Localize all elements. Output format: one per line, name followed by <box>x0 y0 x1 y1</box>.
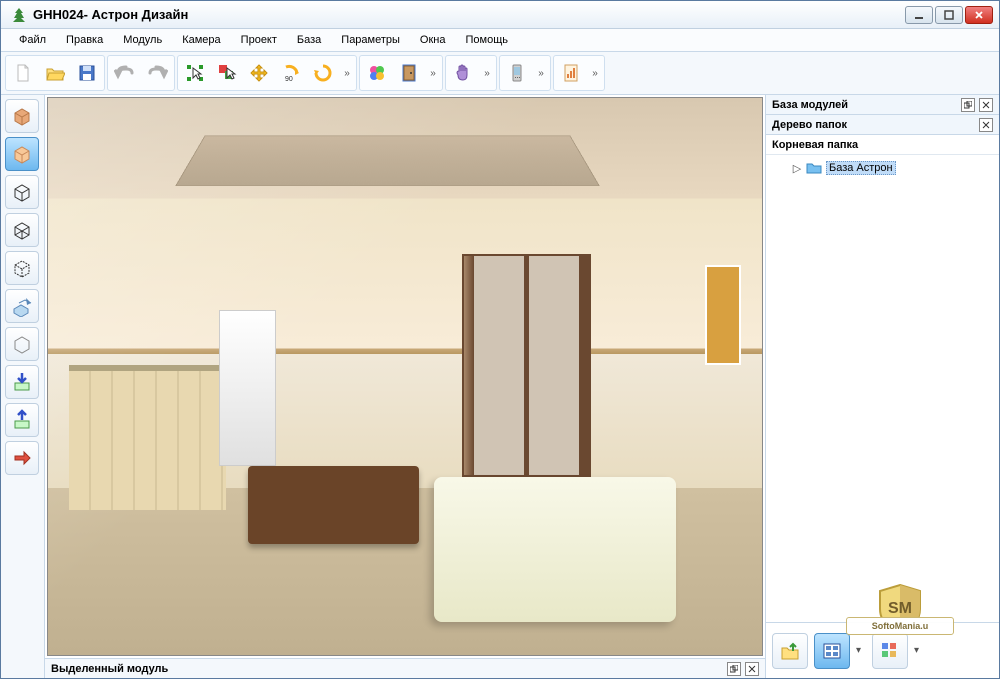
toolbar-group-select: 90 » <box>177 55 357 91</box>
tool-box-wire3[interactable] <box>5 251 39 285</box>
tree-expander-icon[interactable]: ▷ <box>792 163 802 173</box>
open-folder-button[interactable] <box>40 58 70 88</box>
menu-edit[interactable]: Правка <box>56 32 113 48</box>
window-title: GHH024- Астрон Дизайн <box>33 7 905 22</box>
pan-button[interactable] <box>448 58 478 88</box>
select-bounds-button[interactable] <box>180 58 210 88</box>
rb-expand2[interactable]: ▾ <box>914 645 924 656</box>
root-folder-header[interactable]: Корневая папка <box>766 135 999 155</box>
title-bar: GHH024- Астрон Дизайн <box>1 1 999 29</box>
report-button[interactable] <box>556 58 586 88</box>
rb-list-button[interactable] <box>814 633 850 669</box>
toolbar-group-view: » <box>445 55 497 91</box>
content-area: Выделенный модуль База модулей <box>1 95 999 678</box>
tool-box-wire2[interactable] <box>5 213 39 247</box>
save-button[interactable] <box>72 58 102 88</box>
toolbar-expand-device[interactable]: » <box>534 58 548 88</box>
module-panel-close-button[interactable] <box>979 98 993 112</box>
folder-tree: ▷ База Астрон <box>766 155 999 622</box>
toolbar-expand-assets[interactable]: » <box>426 58 440 88</box>
toolbar-group-assets: » <box>359 55 443 91</box>
select-add-button[interactable] <box>212 58 242 88</box>
rotate-button[interactable] <box>308 58 338 88</box>
menu-project[interactable]: Проект <box>231 32 287 48</box>
tool-import[interactable] <box>5 365 39 399</box>
module-base-title: База модулей <box>772 99 961 111</box>
close-button[interactable] <box>965 6 993 24</box>
tool-export[interactable] <box>5 403 39 437</box>
toolbar-group-history <box>107 55 175 91</box>
left-toolbar <box>1 95 45 678</box>
panel-detach-button[interactable] <box>727 662 741 676</box>
redo-button[interactable] <box>142 58 172 88</box>
scene-fridge <box>219 310 276 466</box>
panel-close-button[interactable] <box>745 662 759 676</box>
menu-camera[interactable]: Камера <box>172 32 230 48</box>
module-panel-detach-button[interactable] <box>961 98 975 112</box>
rotate-90-button[interactable]: 90 <box>276 58 306 88</box>
selected-module-title: Выделенный модуль <box>51 663 727 675</box>
menu-module[interactable]: Модуль <box>113 32 172 48</box>
rb-expand1[interactable]: ▾ <box>856 645 866 656</box>
tree-close-button[interactable] <box>979 118 993 132</box>
scene-table <box>248 466 419 544</box>
tool-box-solid[interactable] <box>5 99 39 133</box>
folder-tree-header: Дерево папок <box>766 115 999 135</box>
tool-box-wire1[interactable] <box>5 175 39 209</box>
module-base-panel: База модулей Дерево папок Корневая папка <box>765 95 999 678</box>
folder-tree-title: Дерево папок <box>772 119 979 131</box>
maximize-button[interactable] <box>935 6 963 24</box>
move-button[interactable] <box>244 58 274 88</box>
scene-painting <box>705 265 741 365</box>
window-controls <box>905 6 993 24</box>
rb-folder-up-button[interactable] <box>772 633 808 669</box>
right-bottom-toolbar: ▾ ▾ <box>766 622 999 678</box>
minimize-button[interactable] <box>905 6 933 24</box>
app-icon <box>11 7 27 23</box>
viewport-3d[interactable] <box>47 97 763 656</box>
menu-bar: Файл Правка Модуль Камера Проект База Па… <box>1 29 999 51</box>
scene-kitchen <box>69 365 226 510</box>
door-button[interactable] <box>394 58 424 88</box>
toolbar-group-report: » <box>553 55 605 91</box>
tool-box-shaded[interactable] <box>5 137 39 171</box>
toolbar-expand-view[interactable]: » <box>480 58 494 88</box>
scene-wardrobe <box>462 254 591 477</box>
tree-item-astron[interactable]: ▷ База Астрон <box>770 159 995 177</box>
main-toolbar: 90 » » » » » <box>1 51 999 95</box>
menu-params[interactable]: Параметры <box>331 32 410 48</box>
module-base-header: База модулей <box>766 95 999 115</box>
root-folder-label: Корневая папка <box>772 139 858 151</box>
new-file-button[interactable] <box>8 58 38 88</box>
menu-windows[interactable]: Окна <box>410 32 456 48</box>
scene-ceiling <box>175 136 599 186</box>
menu-base[interactable]: База <box>287 32 331 48</box>
tree-item-label: База Астрон <box>826 161 896 175</box>
menu-help[interactable]: Помощь <box>455 32 518 48</box>
tool-extrude[interactable] <box>5 289 39 323</box>
toolbar-expand-report[interactable]: » <box>588 58 602 88</box>
rb-grid-button[interactable] <box>872 633 908 669</box>
selected-module-panel-header: Выделенный модуль <box>45 658 765 678</box>
menu-file[interactable]: Файл <box>9 32 56 48</box>
folder-icon <box>806 161 822 175</box>
viewport-column: Выделенный модуль <box>45 95 765 678</box>
tool-forward[interactable] <box>5 441 39 475</box>
undo-button[interactable] <box>110 58 140 88</box>
materials-button[interactable] <box>362 58 392 88</box>
svg-text:90: 90 <box>285 76 293 83</box>
tool-box-empty[interactable] <box>5 327 39 361</box>
scene-sofa <box>434 477 677 622</box>
toolbar-group-device: » <box>499 55 551 91</box>
toolbar-group-file <box>5 55 105 91</box>
toolbar-expand-select[interactable]: » <box>340 58 354 88</box>
phone-button[interactable] <box>502 58 532 88</box>
